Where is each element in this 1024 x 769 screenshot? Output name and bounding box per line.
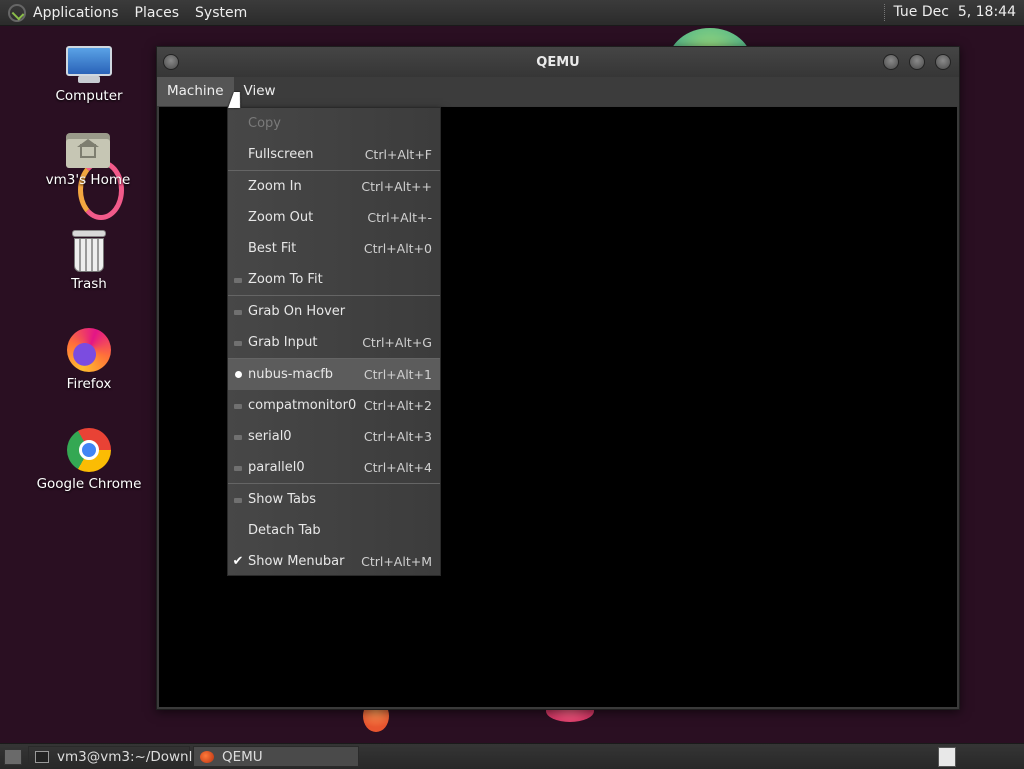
desktop-icon-label: Computer bbox=[55, 88, 123, 104]
window-title: QEMU bbox=[536, 55, 580, 70]
menu-item-zoom-in[interactable]: Zoom In Ctrl+Alt++ bbox=[228, 171, 440, 202]
workspace-switcher[interactable] bbox=[938, 747, 956, 767]
desktop-icon-label: Trash bbox=[71, 276, 107, 292]
taskbar-item-label: vm3@vm3:~/Downl... bbox=[57, 748, 206, 765]
menu-item-grab-input[interactable]: Grab Input Ctrl+Alt+G bbox=[228, 327, 440, 358]
window-titlebar[interactable]: QEMU bbox=[157, 47, 959, 77]
chrome-icon bbox=[67, 428, 111, 472]
menu-item-zoom-to-fit[interactable]: Zoom To Fit bbox=[228, 264, 440, 295]
taskbar-item-qemu[interactable]: QEMU bbox=[193, 746, 359, 767]
desktop-icon-computer[interactable]: Computer bbox=[29, 46, 149, 104]
radio-unselected-icon bbox=[234, 466, 242, 471]
desktop-icon-home[interactable]: vm3's Home bbox=[28, 130, 148, 188]
qemu-icon bbox=[200, 750, 214, 763]
radio-unselected-icon bbox=[234, 404, 242, 409]
menu-item-zoom-out[interactable]: Zoom Out Ctrl+Alt+- bbox=[228, 202, 440, 233]
desktop-icon-trash[interactable]: Trash bbox=[29, 230, 149, 292]
menu-item-copy[interactable]: Copy bbox=[228, 108, 440, 139]
menu-item-show-menubar[interactable]: ✔ Show Menubar Ctrl+Alt+M bbox=[228, 546, 440, 577]
checkbox-off-icon bbox=[234, 278, 242, 283]
taskbar-item-label: QEMU bbox=[222, 748, 263, 765]
menu-machine[interactable]: Machine bbox=[157, 77, 234, 106]
menu-item-nubus-macfb[interactable]: nubus-macfb Ctrl+Alt+1 bbox=[228, 359, 440, 390]
applications-menu-label: Applications bbox=[33, 4, 119, 21]
menu-item-best-fit[interactable]: Best Fit Ctrl+Alt+0 bbox=[228, 233, 440, 264]
computer-icon bbox=[66, 46, 112, 84]
view-menu-dropdown: Copy Fullscreen Ctrl+Alt+F Zoom In Ctrl+… bbox=[227, 107, 441, 576]
menu-item-detach-tab[interactable]: Detach Tab bbox=[228, 515, 440, 546]
terminal-icon bbox=[35, 750, 49, 763]
taskbar-item-terminal[interactable]: vm3@vm3:~/Downl... bbox=[28, 746, 205, 767]
window-menubar: Machine View bbox=[157, 77, 959, 106]
desktop-icon-label: Firefox bbox=[66, 376, 112, 392]
distro-logo-icon bbox=[8, 3, 26, 22]
desktop-icon-chrome[interactable]: Google Chrome bbox=[29, 428, 149, 492]
maximize-button[interactable] bbox=[909, 54, 925, 70]
checkmark-icon: ✔ bbox=[232, 554, 244, 569]
minimize-button[interactable] bbox=[883, 54, 899, 70]
menu-item-compatmonitor0[interactable]: compatmonitor0 Ctrl+Alt+2 bbox=[228, 390, 440, 421]
trash-icon bbox=[71, 230, 107, 272]
places-menu[interactable]: Places bbox=[127, 0, 188, 25]
applications-menu[interactable]: Applications bbox=[0, 0, 127, 25]
menu-item-parallel0[interactable]: parallel0 Ctrl+Alt+4 bbox=[228, 452, 440, 483]
show-desktop-icon[interactable] bbox=[4, 748, 22, 765]
checkbox-off-icon bbox=[234, 498, 242, 503]
radio-selected-icon bbox=[234, 371, 242, 378]
firefox-icon bbox=[67, 328, 111, 372]
menu-item-grab-on-hover[interactable]: Grab On Hover bbox=[228, 296, 440, 327]
desktop-icon-label: vm3's Home bbox=[45, 172, 131, 188]
checkbox-off-icon bbox=[234, 341, 242, 346]
close-button[interactable] bbox=[935, 54, 951, 70]
desktop-icon-firefox[interactable]: Firefox bbox=[29, 328, 149, 392]
top-panel: Applications Places System Tue Dec 5, 18… bbox=[0, 0, 1024, 26]
clock[interactable]: Tue Dec 5, 18:44 bbox=[884, 4, 1024, 21]
radio-unselected-icon bbox=[234, 435, 242, 440]
desktop-icon-label: Google Chrome bbox=[36, 476, 142, 492]
menu-item-fullscreen[interactable]: Fullscreen Ctrl+Alt+F bbox=[228, 139, 440, 170]
bottom-panel: vm3@vm3:~/Downl... QEMU bbox=[0, 743, 1024, 769]
home-folder-icon bbox=[66, 130, 110, 168]
system-menu[interactable]: System bbox=[187, 0, 255, 25]
menu-item-show-tabs[interactable]: Show Tabs bbox=[228, 484, 440, 515]
checkbox-off-icon bbox=[234, 310, 242, 315]
menu-item-serial0[interactable]: serial0 Ctrl+Alt+3 bbox=[228, 421, 440, 452]
